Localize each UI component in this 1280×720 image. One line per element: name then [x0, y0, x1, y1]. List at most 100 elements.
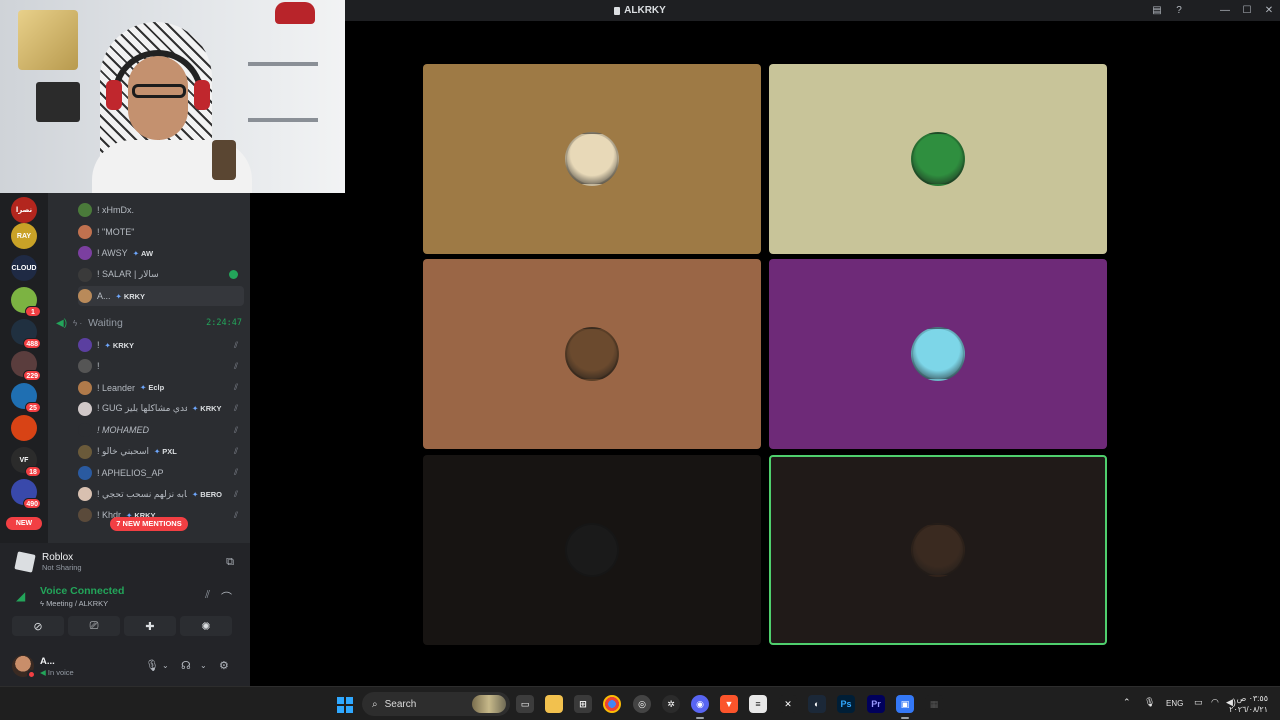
voice-member[interactable]: ! GUG عدي مشاكلها بليز ✦ KRKY ⫽ [78, 399, 244, 419]
discord-icon[interactable]: ◉ [691, 695, 709, 719]
member-name: ! "MOTE" [97, 226, 135, 237]
obs-icon[interactable]: ◎ [633, 695, 651, 713]
server-icon[interactable]: 25 [11, 383, 41, 413]
server-avatar [11, 415, 37, 441]
maximize-button[interactable]: ☐ [1236, 0, 1258, 21]
guild-tag-icon: ✦ [132, 248, 139, 258]
server-icon[interactable]: RAY [11, 223, 37, 249]
member-name: ! [97, 340, 100, 350]
username[interactable]: A... [40, 656, 55, 667]
voice-member[interactable]: ! "MOTE" [78, 222, 244, 242]
server-icon[interactable] [11, 415, 37, 441]
camera-off-button[interactable]: ⊘ [12, 616, 64, 636]
headphones-icon[interactable]: ☊ [181, 659, 191, 672]
steelseries-icon[interactable]: ✲ [662, 695, 680, 713]
activity-title: Roblox [42, 552, 74, 563]
minimize-button[interactable]: — [1214, 0, 1236, 21]
server-icon[interactable]: CLOUD [11, 255, 37, 281]
close-button[interactable]: ✕ [1258, 0, 1280, 21]
mic-options-chevron-icon[interactable]: ⌄ [162, 661, 169, 670]
tray-mic-icon[interactable]: 🎙 [1144, 697, 1155, 708]
voice-member[interactable]: ! يابه نزلهم نسحب تحجي ✦ BERO ⫽ [78, 484, 244, 504]
server-icon[interactable]: نصرا [11, 197, 37, 223]
tray-display-icon[interactable]: ▭ [1194, 697, 1203, 708]
new-mentions-pill[interactable]: 7 NEW MENTIONS [110, 517, 188, 531]
channel-list: ◀) ϟ · Waiting 2:24:47 7 NEW MENTIONS ! … [48, 193, 250, 543]
server-icon[interactable]: VF 18 [11, 447, 41, 477]
voice-member[interactable]: ! MOHAMED ⫽ [78, 420, 244, 440]
app-window-icon[interactable]: ▣ [896, 695, 914, 719]
clock[interactable]: ٠٣:٥٥ ص ٢٠٢٦/٠٨/٢١ [1229, 693, 1268, 715]
capcut-icon[interactable]: ✕ [779, 695, 797, 713]
language-indicator[interactable]: ENG [1166, 699, 1183, 708]
help-icon[interactable]: ? [1168, 0, 1190, 21]
microphone-icon[interactable]: 🎙 [145, 659, 159, 672]
noise-suppression-icon[interactable]: ⫽ [205, 589, 210, 602]
server-icon[interactable]: 488 [11, 319, 41, 349]
webcam-plaque-dark [36, 82, 80, 122]
share-screen-icon[interactable]: ⧉ [226, 556, 234, 569]
voice-member[interactable]: ! Leander ✦ Eclp ⫽ [78, 378, 244, 398]
start-button[interactable] [337, 697, 353, 713]
microsoft-store-icon[interactable]: ⊞ [574, 695, 592, 713]
voice-member[interactable]: ! SALAR | سالار [78, 265, 244, 285]
voice-member[interactable]: ! اسحبني خالو ✦ PXL ⫽ [78, 442, 244, 462]
deafened-icon: ⫽ [233, 446, 238, 456]
participant-tile[interactable] [423, 455, 761, 645]
tray-network-icon[interactable]: ◠ [1211, 697, 1219, 708]
soundboard-button[interactable]: ✺ [180, 616, 232, 636]
user-panel: Roblox Not Sharing ⧉ ◢ Voice Connected ϟ… [0, 543, 250, 686]
user-bar: A... ◀ In voice 🎙 ⌄ ☊ ⌄ ⚙ [0, 646, 250, 686]
inbox-icon[interactable]: ▤ [1146, 0, 1168, 21]
participant-tile[interactable] [769, 259, 1107, 449]
server-icon[interactable]: 490 [11, 479, 41, 509]
voice-member[interactable]: A... ✦ KRKY [78, 286, 244, 306]
avatar [78, 359, 92, 374]
brave-icon[interactable]: ▼ [720, 695, 738, 713]
participant-tile[interactable] [423, 64, 761, 254]
participant-tile[interactable] [423, 259, 761, 449]
file-explorer-icon[interactable] [545, 695, 563, 713]
participant-tile[interactable] [769, 64, 1107, 254]
server-icon[interactable]: 1 [11, 287, 41, 317]
voice-member[interactable]: ! xHmDx. [78, 200, 244, 220]
member-name: ! xHmDx. [97, 205, 134, 215]
settings-gear-icon[interactable]: ⚙ [219, 659, 229, 672]
photoshop-icon[interactable]: Ps [837, 695, 855, 713]
signal-icon[interactable]: ◢ [16, 589, 25, 603]
voice-member[interactable]: ! AWSY ✦ AW [78, 243, 244, 263]
server-icon[interactable]: 229 [11, 351, 41, 381]
voice-member[interactable]: ! APHELIOS_AP ⫽ [78, 463, 244, 483]
deafened-icon: ⫽ [233, 360, 238, 371]
server-avatar: CLOUD [11, 255, 37, 281]
activity-panel: Roblox Not Sharing ⧉ [8, 545, 244, 579]
voice-member[interactable]: ! ⫽ [78, 356, 244, 376]
notepad-icon[interactable]: ≡ [749, 695, 767, 713]
task-view-icon[interactable]: ▭ [516, 695, 534, 713]
chrome-icon[interactable] [603, 695, 621, 713]
voice-channel-timer: 2:24:47 [206, 318, 242, 328]
disconnect-icon[interactable]: ⌒ [221, 589, 232, 605]
server-mention-badge: 490 [23, 498, 41, 509]
screen-share-button[interactable]: ⎚ [68, 616, 120, 636]
avatar [78, 380, 92, 395]
extra-app-icon[interactable]: ▦ [925, 695, 943, 713]
voice-location[interactable]: ϟ Meeting / ALKRKY [40, 599, 108, 608]
tray-overflow-icon[interactable]: ⌃ [1123, 697, 1131, 708]
voice-connected-label[interactable]: Voice Connected [40, 585, 124, 597]
taskbar-search[interactable]: ⌕ Search [362, 692, 510, 716]
new-unreads-pill[interactable]: NEW [6, 517, 42, 530]
webcam-overlay [0, 0, 345, 193]
member-tag: ✦ BERO [192, 490, 222, 499]
voice-channel-waiting[interactable]: ◀) ϟ · Waiting 2:24:47 [56, 315, 244, 331]
voice-member[interactable]: ! ✦ KRKY ⫽ [78, 335, 244, 355]
activities-button[interactable]: ✚ [124, 616, 176, 636]
avatar [78, 338, 92, 352]
premiere-icon[interactable]: Pr [867, 695, 885, 713]
audio-options-chevron-icon[interactable]: ⌄ [200, 661, 207, 670]
member-name: ! Leander [97, 382, 136, 393]
participant-tile[interactable] [769, 455, 1107, 645]
server-mention-badge: 488 [23, 338, 41, 349]
steam-icon[interactable]: ◐ [808, 695, 826, 713]
avatar [78, 401, 92, 416]
